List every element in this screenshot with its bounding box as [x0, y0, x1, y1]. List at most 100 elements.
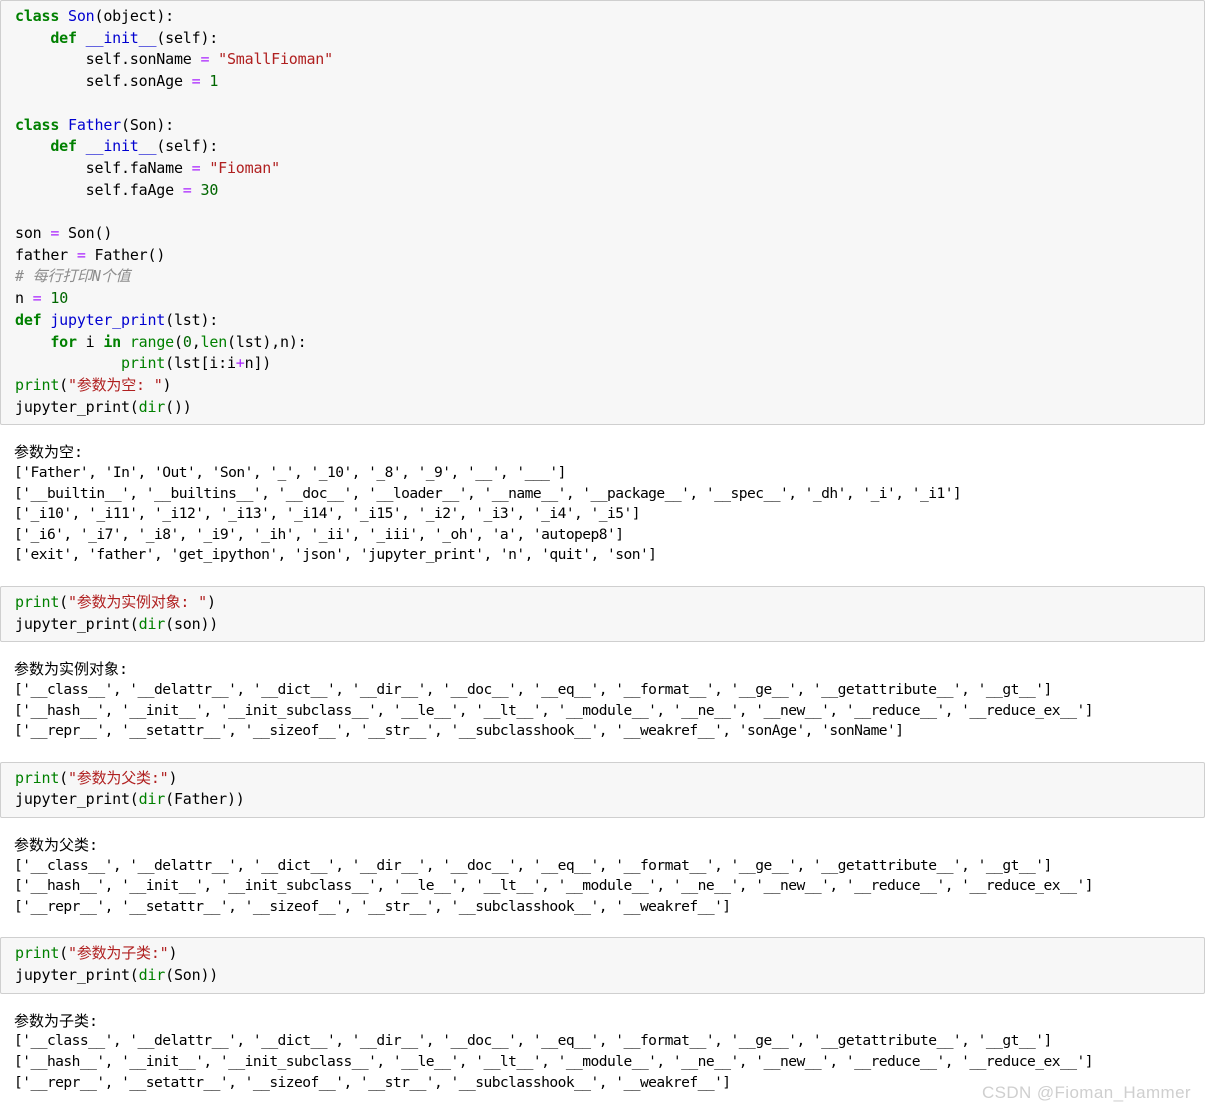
- code-line: def __init__(self):: [15, 136, 1204, 158]
- code-line: self.sonAge = 1: [15, 71, 1204, 93]
- cell-spacer: [0, 572, 1205, 586]
- code-token-fn: __init__: [85, 137, 157, 156]
- code-line: print("参数为空: "): [15, 375, 1204, 397]
- jupyter-notebook: class Son(object): def __init__(self): s…: [0, 0, 1205, 1113]
- code-token-bfn: dir: [138, 614, 166, 633]
- code-token-op: +: [235, 354, 245, 373]
- code-token-bfn: dir: [138, 790, 166, 809]
- code-line: jupyter_print(dir(son)): [15, 614, 1204, 636]
- cell-spacer: [0, 425, 1205, 434]
- code-token-plain: i: [76, 332, 104, 351]
- output-cell-instance-arg: 参数为实例对象: ['__class__', '__delattr__', '__…: [0, 651, 1205, 748]
- code-cell-dir-father[interactable]: print("参数为父类:") jupyter_print(dir(Father)…: [0, 761, 1205, 819]
- code-token-plain: jupyter_print(: [15, 614, 139, 633]
- code-line: father = Father(): [15, 245, 1204, 267]
- code-token-str: "参数为子类:": [68, 944, 169, 963]
- code-token-bfn: print: [15, 944, 60, 963]
- output-line: ['__builtin__', '__builtins__', '__doc__…: [14, 484, 962, 502]
- code-token-bfn: print: [15, 375, 60, 394]
- output-cell-empty-arg: 参数为空: ['Father', 'In', 'Out', 'Son', '_',…: [0, 434, 1205, 572]
- code-token-plain: (self):: [156, 28, 219, 47]
- code-token-plain: (lst[i:i: [165, 354, 236, 373]
- code-token-plain: (son)): [165, 614, 219, 633]
- code-token-plain: (: [59, 944, 68, 963]
- code-line: def jupyter_print(lst):: [15, 310, 1204, 332]
- code-token-str: "Fioman": [209, 158, 280, 177]
- code-token-bfn: dir: [138, 966, 166, 985]
- code-line: class Father(Son):: [15, 115, 1204, 137]
- code-token-bfn: print: [120, 354, 166, 373]
- output-line: ['__hash__', '__init__', '__init_subclas…: [14, 877, 1094, 895]
- code-token-str: "参数为实例对象: ": [68, 592, 207, 611]
- cell-spacer: [0, 748, 1205, 762]
- code-token-bfn: print: [15, 768, 60, 787]
- code-token-kw: def: [15, 310, 51, 329]
- code-line: jupyter_print(dir(Son)): [15, 965, 1204, 987]
- code-token-kw: def: [50, 137, 86, 156]
- code-line: jupyter_print(dir()): [15, 397, 1204, 419]
- output-line: ['_i10', '_i11', '_i12', '_i13', '_i14',…: [14, 505, 641, 523]
- code-line: def __init__(self):: [15, 28, 1204, 50]
- cell-spacer: [0, 642, 1205, 651]
- code-token-plain: Son(): [59, 224, 113, 243]
- code-token-fn: __init__: [85, 28, 157, 47]
- code-token-str: "参数为空: ": [68, 375, 163, 394]
- code-token-str: "参数为父类:": [68, 768, 169, 787]
- code-token-plain: (: [174, 332, 183, 351]
- code-token-plain: self.sonName: [15, 50, 201, 69]
- code-token-bfn: range: [129, 332, 174, 351]
- code-token-fn: jupyter_print: [50, 310, 166, 329]
- code-token-plain: son: [15, 224, 51, 243]
- code-token-plain: jupyter_print(: [15, 397, 139, 416]
- code-token-op: =: [200, 50, 210, 69]
- code-token-plain: jupyter_print(: [15, 790, 139, 809]
- code-token-plain: jupyter_print(: [15, 966, 139, 985]
- code-line: # 每行打印N个值: [15, 266, 1204, 288]
- code-token-plain: (: [59, 375, 68, 394]
- code-line: self.sonName = "SmallFioman": [15, 49, 1204, 71]
- code-token-plain: (object):: [94, 7, 175, 25]
- code-token-plain: n]): [244, 354, 272, 373]
- output-cell-father-arg: 参数为父类: ['__class__', '__delattr__', '__di…: [0, 827, 1205, 924]
- code-token-plain: self.sonAge: [15, 72, 192, 91]
- code-cell-dir-son[interactable]: print("参数为子类:") jupyter_print(dir(Son)): [0, 937, 1205, 994]
- code-line: class Son(object):: [15, 6, 1204, 28]
- csdn-watermark: CSDN @Fioman_Hammer: [981, 1083, 1191, 1102]
- output-line: ['exit', 'father', 'get_ipython', 'json'…: [14, 546, 657, 564]
- code-token-plain: ()): [165, 397, 192, 416]
- code-token-plain: ): [162, 375, 172, 394]
- code-line: print(lst[i:i+n]): [15, 353, 1204, 375]
- code-token-cls: Son: [68, 7, 95, 25]
- code-token-plain: (Son)): [165, 966, 219, 985]
- code-line: self.faName = "Fioman": [15, 158, 1204, 180]
- code-token-op: =: [76, 245, 86, 264]
- code-cell-dir-instance[interactable]: print("参数为实例对象: ") jupyter_print(dir(son)…: [0, 585, 1205, 643]
- code-token-kw: class: [15, 115, 68, 134]
- output-line: ['__class__', '__delattr__', '__dict__',…: [14, 856, 1052, 874]
- code-line: jupyter_print(dir(Father)): [15, 789, 1204, 811]
- code-line: self.faAge = 30: [15, 180, 1204, 202]
- code-line: print("参数为子类:"): [15, 943, 1204, 965]
- code-cell-class-definitions[interactable]: class Son(object): def __init__(self): s…: [0, 0, 1205, 426]
- code-token-plain: self.faAge: [15, 180, 183, 199]
- code-token-plain: Father(): [85, 245, 166, 264]
- output-line: ['Father', 'In', 'Out', 'Son', '_', '_10…: [14, 463, 566, 481]
- code-token-plain: self.faName: [15, 158, 192, 177]
- code-token-num: 30: [200, 180, 219, 199]
- code-line: for i in range(0,len(lst),n):: [15, 332, 1204, 354]
- code-token-op: =: [182, 180, 192, 199]
- code-token-plain: ): [168, 944, 178, 963]
- output-line: ['_i6', '_i7', '_i8', '_i9', '_ih', '_ii…: [14, 525, 624, 543]
- code-token-bfn: len: [200, 332, 228, 351]
- code-line: print("参数为实例对象: "): [15, 592, 1204, 614]
- code-token-num: 1: [209, 72, 219, 91]
